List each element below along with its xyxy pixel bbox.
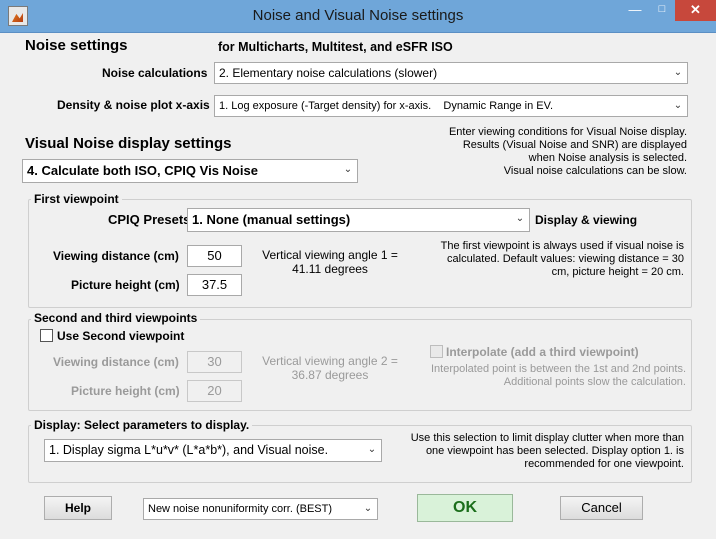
visual-noise-mode-dropdown[interactable]: 4. Calculate both ISO, CPIQ Vis Noise ⌄ xyxy=(22,159,358,183)
info-line: Enter viewing conditions for Visual Nois… xyxy=(448,126,687,138)
nonuniformity-dropdown[interactable]: New noise nonuniformity corr. (BEST) ⌄ xyxy=(143,498,378,520)
density-axis-label: Density & noise plot x-axis xyxy=(57,98,210,112)
visual-noise-info: Enter viewing conditions for Visual Nois… xyxy=(400,126,687,178)
viewing-angle-1: Vertical viewing angle 1 = 41.11 degrees xyxy=(257,248,403,276)
cancel-button[interactable]: Cancel xyxy=(560,496,643,520)
info-line: when Noise analysis is selected. xyxy=(528,152,687,164)
angle-text: Vertical viewing angle 1 = xyxy=(262,248,398,262)
interpolate-checkbox[interactable] xyxy=(430,345,443,358)
display-viewing-label: Display & viewing xyxy=(535,213,638,227)
second-viewpoint-title: Second and third viewpoints xyxy=(31,311,201,325)
chevron-down-icon: ⌄ xyxy=(343,164,353,175)
display-parameters-dropdown[interactable]: 1. Display sigma L*u*v* (L*a*b*), and Vi… xyxy=(44,439,382,462)
note-line: Interpolated point is between the 1st an… xyxy=(430,363,686,375)
viewing-distance-2-label: Viewing distance (cm) xyxy=(53,355,179,369)
noise-calculations-value: 2. Elementary noise calculations (slower… xyxy=(219,66,438,80)
window-title: Noise and Visual Noise settings xyxy=(252,7,464,24)
picture-height-2-input[interactable]: 20 xyxy=(187,380,242,402)
viewing-angle-2: Vertical viewing angle 2 = 36.87 degrees xyxy=(257,354,403,382)
viewing-distance-2-input[interactable]: 30 xyxy=(187,351,242,373)
angle-value: 36.87 degrees xyxy=(291,368,369,382)
maximize-button[interactable]: □ xyxy=(649,0,675,21)
use-second-viewpoint-checkbox[interactable] xyxy=(40,329,53,342)
minimize-button[interactable]: — xyxy=(622,0,648,21)
note-line: one viewpoint has been selected. Display… xyxy=(425,445,684,457)
interpolate-label: Interpolate (add a third viewpoint) xyxy=(446,345,639,359)
noise-settings-heading: Noise settings xyxy=(25,37,128,54)
chevron-down-icon: ⌄ xyxy=(673,67,683,78)
title-bar: Noise and Visual Noise settings — □ ✕ xyxy=(0,0,716,33)
density-axis-value: 1. Log exposure (-Target density) for x-… xyxy=(219,100,554,112)
visual-noise-heading: Visual Noise display settings xyxy=(25,135,232,152)
use-second-viewpoint-label: Use Second viewpoint xyxy=(57,329,185,343)
ok-button[interactable]: OK xyxy=(417,494,513,522)
note-line: calculated. Default values: viewing dist… xyxy=(447,253,684,265)
first-viewpoint-title: First viewpoint xyxy=(31,192,122,206)
note-line: cm, picture height = 20 cm. xyxy=(551,266,684,278)
note-line: Additional points slow the calculation. xyxy=(503,376,686,388)
display-parameters-value: 1. Display sigma L*u*v* (L*a*b*), and Vi… xyxy=(49,443,329,457)
viewing-distance-label: Viewing distance (cm) xyxy=(53,249,179,263)
visual-noise-mode-value: 4. Calculate both ISO, CPIQ Vis Noise xyxy=(27,163,258,178)
note-line: recommended for one viewpoint. xyxy=(524,458,684,470)
note-line: The first viewpoint is always used if vi… xyxy=(440,240,684,252)
noise-settings-subheading: for Multicharts, Multitest, and eSFR ISO xyxy=(218,40,453,54)
note-line: Use this selection to limit display clut… xyxy=(410,432,684,444)
angle-text: Vertical viewing angle 2 = xyxy=(262,354,398,368)
cpiq-presets-value: 1. None (manual settings) xyxy=(192,212,351,227)
chevron-down-icon: ⌄ xyxy=(363,503,373,514)
nonuniformity-value: New noise nonuniformity corr. (BEST) xyxy=(148,503,333,515)
display-note: Use this selection to limit display clut… xyxy=(396,432,684,471)
chevron-down-icon: ⌄ xyxy=(673,100,683,111)
first-viewpoint-note: The first viewpoint is always used if vi… xyxy=(422,240,684,279)
picture-height-label: Picture height (cm) xyxy=(71,278,180,292)
cpiq-presets-dropdown[interactable]: 1. None (manual settings) ⌄ xyxy=(187,208,530,232)
chevron-down-icon: ⌄ xyxy=(367,444,377,455)
picture-height-2-label: Picture height (cm) xyxy=(71,384,180,398)
info-line: Results (Visual Noise and SNR) are displ… xyxy=(462,139,687,151)
noise-calculations-label: Noise calculations xyxy=(102,66,208,80)
close-button[interactable]: ✕ xyxy=(675,0,716,21)
display-title: Display: Select parameters to display. xyxy=(31,418,253,432)
noise-calculations-dropdown[interactable]: 2. Elementary noise calculations (slower… xyxy=(214,62,688,84)
density-axis-dropdown[interactable]: 1. Log exposure (-Target density) for x-… xyxy=(214,95,688,117)
angle-value: 41.11 degrees xyxy=(292,262,368,276)
cpiq-presets-label: CPIQ Presets xyxy=(108,212,191,227)
info-line: Visual noise calculations can be slow. xyxy=(503,165,687,177)
interpolate-note: Interpolated point is between the 1st an… xyxy=(422,363,686,389)
picture-height-input[interactable]: 37.5 xyxy=(187,274,242,296)
viewing-distance-input[interactable]: 50 xyxy=(187,245,242,267)
help-button[interactable]: Help xyxy=(44,496,112,520)
chevron-down-icon: ⌄ xyxy=(515,213,525,224)
